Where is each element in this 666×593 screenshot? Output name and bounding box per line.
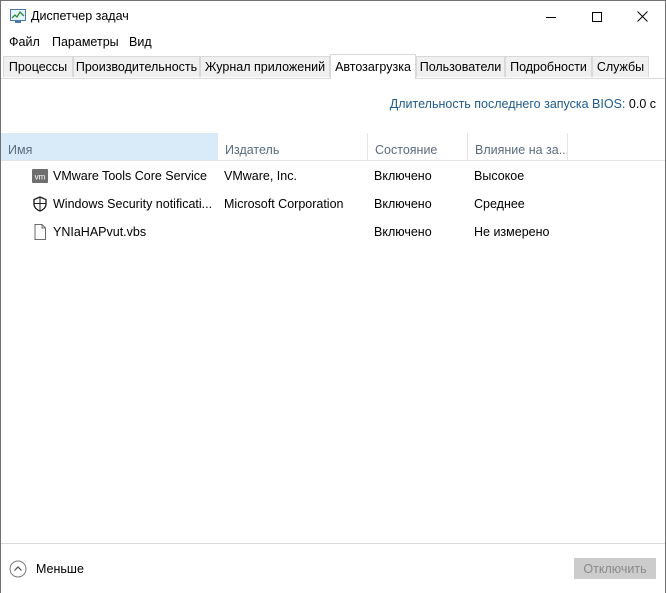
- menu-view[interactable]: Вид: [129, 35, 152, 49]
- table-row[interactable]: YNIaHAPvut.vbs Включено Не измерено: [1, 218, 665, 246]
- shield-icon: [33, 196, 47, 212]
- file-icon: [34, 224, 46, 240]
- fewer-details-link[interactable]: Меньше: [36, 562, 84, 576]
- close-button[interactable]: [619, 1, 665, 32]
- table-header: Имя Издатель Состояние Влияние на за...: [1, 133, 665, 161]
- row-name: YNIaHAPvut.vbs: [53, 225, 147, 239]
- column-impact-header[interactable]: Влияние на за...: [468, 133, 568, 160]
- menu-bar: Файл Параметры Вид: [1, 32, 665, 52]
- tab-startup[interactable]: Автозагрузка: [330, 54, 416, 79]
- column-name-header[interactable]: Имя: [1, 133, 218, 160]
- bios-duration: Длительность последнего запуска BIOS: 0.…: [390, 97, 656, 111]
- tab-app-history[interactable]: Журнал приложений: [200, 56, 330, 77]
- footer-bar: Меньше Отключить: [1, 543, 665, 593]
- task-manager-icon: [10, 9, 26, 23]
- tab-users[interactable]: Пользователи: [416, 56, 505, 77]
- task-manager-window: Диспетчер задач Файл Параметры Вид Проце…: [0, 0, 666, 593]
- tab-processes[interactable]: Процессы: [3, 56, 73, 77]
- row-publisher: VMware, Inc.: [224, 169, 297, 183]
- chevron-up-circle-icon[interactable]: [9, 560, 27, 578]
- table-row[interactable]: vm VMware Tools Core Service VMware, Inc…: [1, 162, 665, 190]
- tab-performance[interactable]: Производительность: [73, 56, 200, 77]
- row-name: Windows Security notificati...: [53, 197, 213, 211]
- title-bar: Диспетчер задач: [1, 1, 665, 32]
- row-status: Включено: [374, 169, 432, 183]
- row-name: VMware Tools Core Service: [53, 169, 207, 183]
- row-impact: Высокое: [474, 169, 525, 183]
- vmware-icon: vm: [32, 169, 48, 183]
- row-publisher: Microsoft Corporation: [224, 197, 344, 211]
- minimize-button[interactable]: [528, 1, 574, 32]
- maximize-button[interactable]: [574, 1, 620, 32]
- minimize-icon: [546, 16, 556, 18]
- row-impact: Среднее: [474, 197, 525, 211]
- bios-value: 0.0 с: [628, 97, 656, 111]
- maximize-icon: [592, 11, 602, 22]
- disable-button[interactable]: Отключить: [574, 558, 656, 579]
- bios-label: Длительность последнего запуска BIOS:: [389, 97, 626, 111]
- svg-text:vm: vm: [35, 173, 46, 182]
- tab-bar: Процессы Производительность Журнал прило…: [1, 54, 665, 79]
- column-publisher-header[interactable]: Издатель: [218, 133, 368, 160]
- close-icon: [636, 11, 648, 22]
- column-status-header[interactable]: Состояние: [368, 133, 468, 160]
- row-impact: Не измерено: [474, 225, 550, 239]
- tab-details[interactable]: Подробности: [505, 56, 592, 77]
- row-status: Включено: [374, 225, 432, 239]
- row-status: Включено: [374, 197, 432, 211]
- row-publisher: [224, 218, 364, 246]
- table-row[interactable]: Windows Security notificati... Microsoft…: [1, 190, 665, 218]
- menu-file[interactable]: Файл: [9, 35, 40, 49]
- menu-options[interactable]: Параметры: [52, 35, 119, 49]
- window-title: Диспетчер задач: [31, 9, 129, 23]
- tab-services[interactable]: Службы: [592, 56, 649, 77]
